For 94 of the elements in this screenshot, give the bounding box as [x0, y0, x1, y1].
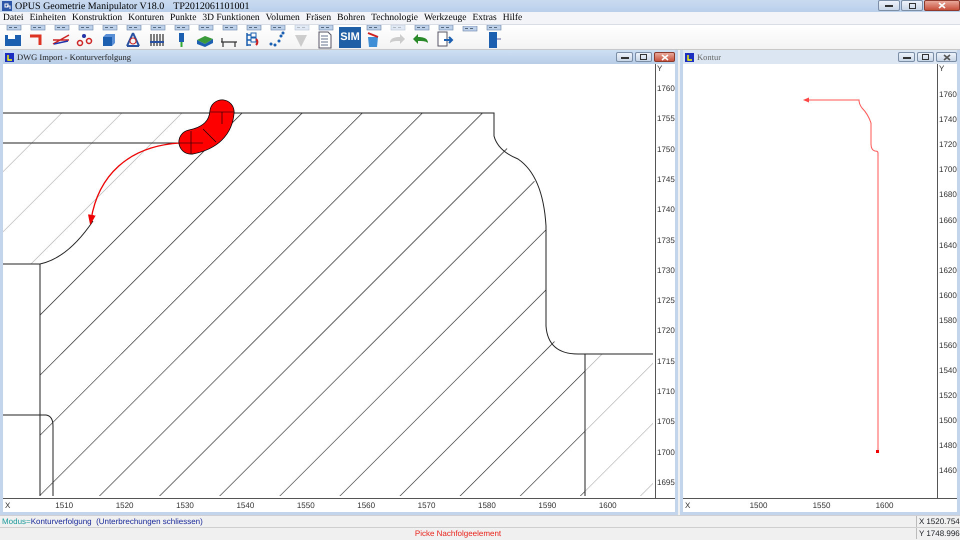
- coordinate-label: Y: [919, 528, 924, 540]
- minimize-button[interactable]: [616, 52, 633, 62]
- close-button[interactable]: [924, 0, 960, 11]
- maximize-button[interactable]: [901, 0, 923, 11]
- ruler-label: 1710: [657, 386, 675, 398]
- ruler-label: 1620: [939, 264, 957, 277]
- ruler-label: 1570: [418, 500, 436, 510]
- ruler-label: 1590: [538, 500, 556, 510]
- ruler-label: 1560: [939, 340, 957, 352]
- ruler-label: 1760: [657, 83, 675, 96]
- ruler-label: 1660: [939, 214, 957, 227]
- close-icon: [938, 2, 946, 9]
- window-icon: [685, 52, 694, 62]
- ruler-label: 1740: [939, 114, 957, 126]
- ruler-label: 1540: [236, 500, 254, 510]
- ruler-label: 1720: [657, 325, 675, 338]
- menu-item[interactable]: Bohren: [334, 10, 368, 26]
- selected-element-marker: [178, 100, 234, 154]
- ruler-label: 1500: [750, 500, 768, 510]
- ruler-label: 1520: [116, 500, 134, 510]
- minimize-icon: [620, 56, 628, 58]
- close-button[interactable]: [936, 52, 957, 62]
- ruler-label: 1695: [657, 476, 675, 489]
- axis-label: Y: [938, 64, 946, 74]
- maximize-icon: [922, 54, 929, 60]
- ruler-label: 1520: [939, 390, 957, 402]
- ruler-label: 1755: [657, 113, 675, 126]
- app-title: OPUS Geometrie Manipulator V18.0: [15, 0, 164, 13]
- prompt-text: Picke Nachfolgeelement: [414, 528, 502, 540]
- minimize-icon: [885, 4, 893, 7]
- ruler-label: 1750: [657, 144, 675, 156]
- maximize-button[interactable]: [917, 52, 934, 62]
- ruler-label: 1580: [939, 314, 957, 327]
- ruler-label: 1740: [657, 204, 675, 216]
- minimize-button[interactable]: [878, 0, 900, 11]
- menu-item[interactable]: Hilfe: [500, 10, 526, 26]
- ruler-label: 1745: [657, 174, 675, 186]
- ruler-label: 1480: [939, 440, 957, 452]
- sim-button[interactable]: SIM: [339, 27, 361, 48]
- menu-item[interactable]: Datei: [0, 10, 27, 26]
- ruler-label: 1560: [357, 500, 376, 510]
- maximize-icon: [640, 54, 647, 60]
- coordinate-value: 1748.996: [926, 528, 960, 540]
- minimize-button[interactable]: [898, 52, 915, 62]
- file-id: TP2012061101001: [173, 0, 250, 13]
- menu-item[interactable]: Extras: [469, 10, 500, 26]
- ruler-label: 1550: [812, 500, 830, 510]
- ruler-label: 1640: [939, 240, 957, 252]
- ruler-label: 1530: [176, 500, 194, 510]
- coordinate-value: 1520.754: [926, 516, 960, 528]
- close-button[interactable]: [654, 52, 675, 62]
- ruler-label: 1700: [939, 164, 957, 176]
- ruler-label: 1730: [657, 264, 675, 277]
- menu-item[interactable]: Fräsen: [302, 10, 334, 26]
- menu-item[interactable]: Konturen: [125, 10, 168, 26]
- menu-item[interactable]: 3D Funktionen: [199, 10, 263, 26]
- menu-item[interactable]: Technologie: [368, 10, 421, 26]
- ruler-label: 1680: [939, 189, 957, 202]
- minimize-icon: [902, 56, 910, 58]
- axis-label: Y: [656, 64, 664, 74]
- window-title: DWG Import - Konturverfolgung: [17, 50, 132, 64]
- menu-item[interactable]: Einheiten: [26, 10, 69, 26]
- app-icon: [0, 1, 12, 11]
- ruler-label: 1600: [598, 500, 617, 510]
- ruler-label: 1550: [296, 500, 315, 510]
- window-icon: [5, 52, 14, 62]
- ruler-label: 1715: [657, 356, 675, 368]
- ruler-label: 1700: [657, 446, 675, 459]
- menu-item[interactable]: Volumen: [262, 10, 303, 26]
- close-icon: [660, 54, 668, 60]
- menu-item[interactable]: Punkte: [167, 10, 200, 26]
- ruler-label: 1500: [939, 415, 957, 428]
- ruler-label: 1540: [939, 365, 957, 378]
- ruler-label: 1600: [939, 290, 957, 302]
- close-icon: [942, 54, 950, 60]
- ruler-label: 1600: [876, 500, 894, 510]
- ruler-label: 1720: [939, 139, 957, 152]
- mode-label: Modus=: [2, 516, 31, 528]
- ruler-label: 1735: [657, 234, 675, 247]
- ruler-label: 1580: [478, 500, 496, 510]
- ruler-label: 1510: [55, 500, 74, 510]
- axis-label: X: [684, 500, 692, 512]
- menu-item[interactable]: Werkzeuge: [420, 10, 470, 26]
- ruler-label: 1760: [939, 89, 957, 102]
- mode-text: Konturverfolgung (Unterbrechungen schliessen): [30, 516, 203, 528]
- maximize-icon: [908, 2, 916, 8]
- axis-label: X: [4, 500, 12, 512]
- maximize-button[interactable]: [635, 52, 652, 62]
- window-title: Kontur: [697, 50, 722, 64]
- ruler-label: 1460: [939, 465, 957, 478]
- ruler-label: 1705: [657, 416, 675, 428]
- menu-item[interactable]: Konstruktion: [68, 10, 126, 26]
- coordinate-label: X: [919, 516, 924, 528]
- ruler-label: 1725: [657, 295, 675, 308]
